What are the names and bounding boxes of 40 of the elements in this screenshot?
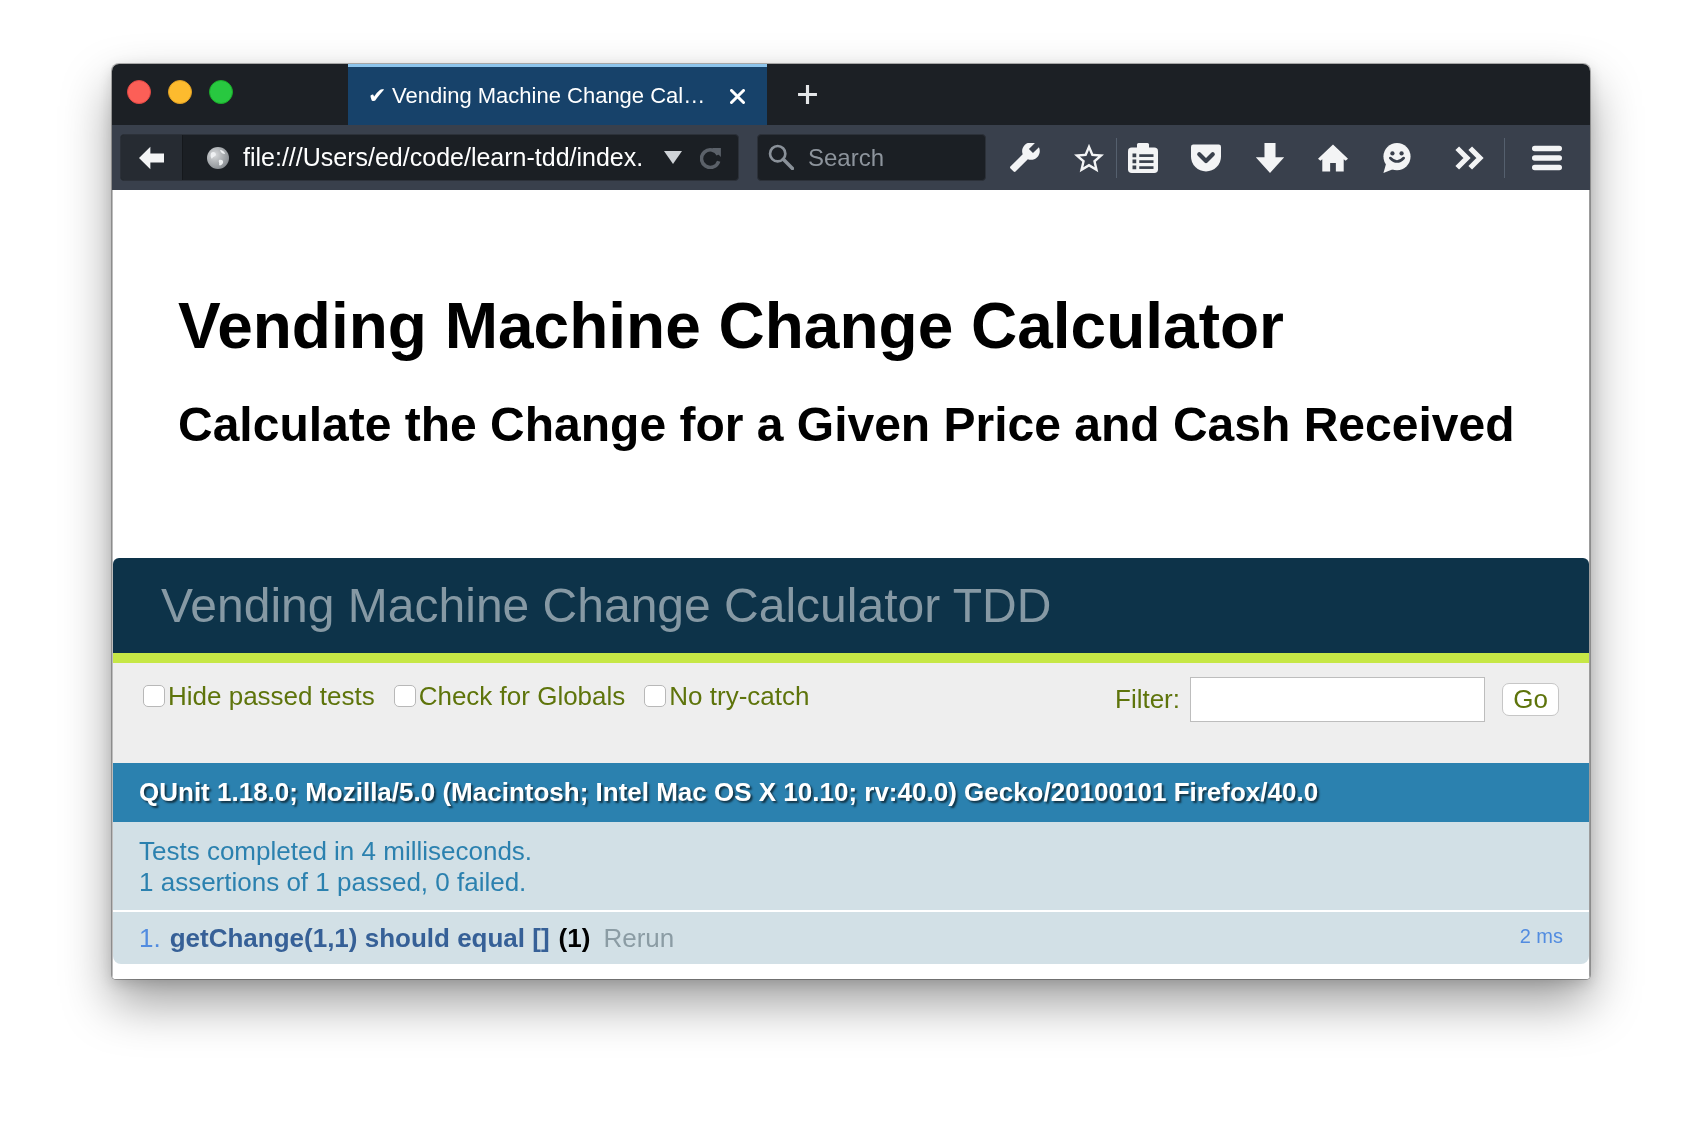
back-button[interactable]	[121, 135, 183, 180]
summary-text: 1 assertions of 1 passed, 0 failed.	[139, 867, 527, 898]
checkbox[interactable]	[644, 685, 667, 707]
summary-text: Tests completed in 4 milliseconds.	[139, 836, 533, 867]
test-name[interactable]: getChange(1,1) should equal []	[169, 922, 550, 954]
test-runtime: 2 ms	[1519, 924, 1563, 948]
home-icon[interactable]	[1318, 142, 1348, 173]
window-minimize-icon[interactable]	[168, 80, 192, 104]
chevron-shield-icon[interactable]	[1191, 142, 1221, 173]
test-counts: (1)	[558, 922, 591, 954]
reload-icon[interactable]	[700, 146, 722, 169]
globe-icon	[207, 146, 229, 169]
checkbox[interactable]	[393, 685, 416, 707]
page-subtitle: Calculate the Change for a Given Price and Cash Received	[178, 397, 1515, 452]
option-label[interactable]: Check for Globals	[418, 680, 626, 712]
dropdown-icon[interactable]	[664, 151, 682, 164]
filter-field[interactable]	[1190, 677, 1485, 722]
user-agent-banner: QUnit 1.18.0; Mozilla/5.0 (Macintosh; Intel Mac OS X 10.10; rv:40.0) Gecko/20100101 Firefox/40.0	[113, 763, 1589, 822]
close-icon[interactable]	[730, 88, 745, 104]
option-label[interactable]: No try-catch	[669, 680, 810, 712]
down-arrow-icon[interactable]	[1255, 142, 1285, 173]
window-maximize-icon[interactable]	[209, 80, 233, 104]
star-icon[interactable]	[1074, 142, 1104, 173]
checkbox[interactable]	[143, 685, 165, 707]
window-close-icon[interactable]	[127, 80, 151, 104]
go-button[interactable]: Go	[1502, 683, 1559, 716]
wrench-icon[interactable]	[1010, 142, 1040, 173]
smiley-chat-icon[interactable]	[1382, 142, 1412, 173]
search-field[interactable]: Search	[757, 134, 986, 181]
filter-label: Filter:	[1115, 684, 1180, 715]
plus-icon[interactable]	[797, 84, 818, 105]
page-title: Vending Machine Change Calculator	[178, 289, 1284, 363]
list-icon[interactable]	[1128, 142, 1158, 173]
browser-tab[interactable]: ✔ Vending Machine Change Cal…	[348, 64, 767, 125]
back-arrow-icon	[139, 145, 164, 170]
option-label[interactable]: Hide passed tests	[168, 680, 375, 712]
test-number: 1.	[139, 922, 161, 954]
suite-header: Vending Machine Change Calculator TDD	[113, 558, 1589, 653]
url-field[interactable]: file:///Users/ed/code/learn-tdd/index.	[243, 143, 664, 172]
search-icon	[768, 144, 794, 170]
